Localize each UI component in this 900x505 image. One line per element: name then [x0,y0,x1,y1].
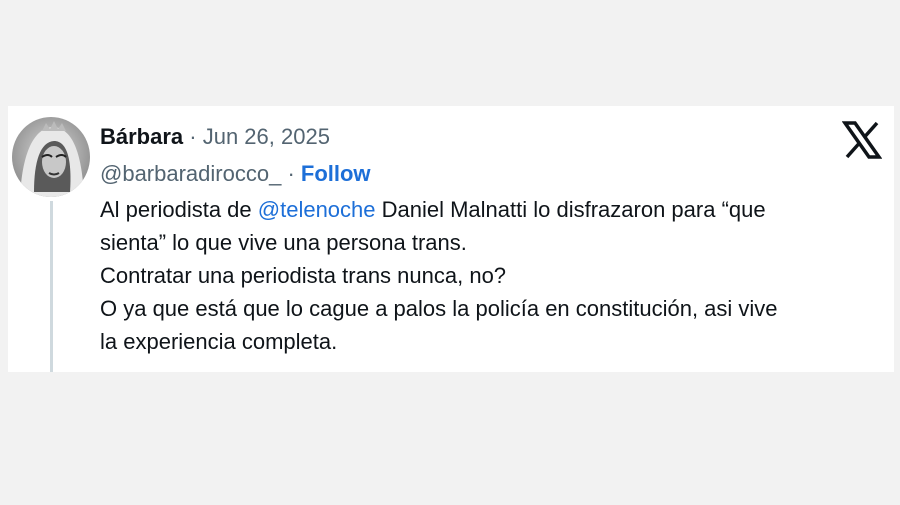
tweet-text-line: sienta” lo que vive una persona trans. [100,230,467,255]
mention-link[interactable]: @telenoche [258,197,376,222]
avatar[interactable] [12,117,90,197]
header-separator: · [183,124,203,149]
tweet-text-segment: Daniel Malnatti lo disfrazaron para “que [375,197,766,222]
x-logo-icon[interactable] [841,120,883,160]
tweet-text-line: Al periodista de @telenoche Daniel Malna… [100,193,880,226]
tweet-card[interactable]: Bárbara · Jun 26, 2025 @barbaradirocco_ … [8,106,894,372]
tweet-date[interactable]: Jun 26, 2025 [203,124,330,149]
tweet-text-line: la experiencia completa. [100,329,338,354]
author-handle[interactable]: @barbaradirocco_ [100,161,281,186]
tweet-text-line: Contratar una periodista trans nunca, no… [100,263,507,288]
follow-separator: · [281,161,301,186]
author-name[interactable]: Bárbara [100,124,183,149]
tweet-text-segment: Al periodista de [100,197,258,222]
thread-line [50,201,53,372]
tweet-header: Bárbara · Jun 26, 2025 [100,123,330,151]
tweet-text-line: O ya que está que lo cague a palos la po… [100,296,778,321]
follow-button[interactable]: Follow [301,161,371,186]
tweet-subheader: @barbaradirocco_ · Follow [100,160,371,188]
tweet-text: Al periodista de @telenoche Daniel Malna… [100,193,880,358]
